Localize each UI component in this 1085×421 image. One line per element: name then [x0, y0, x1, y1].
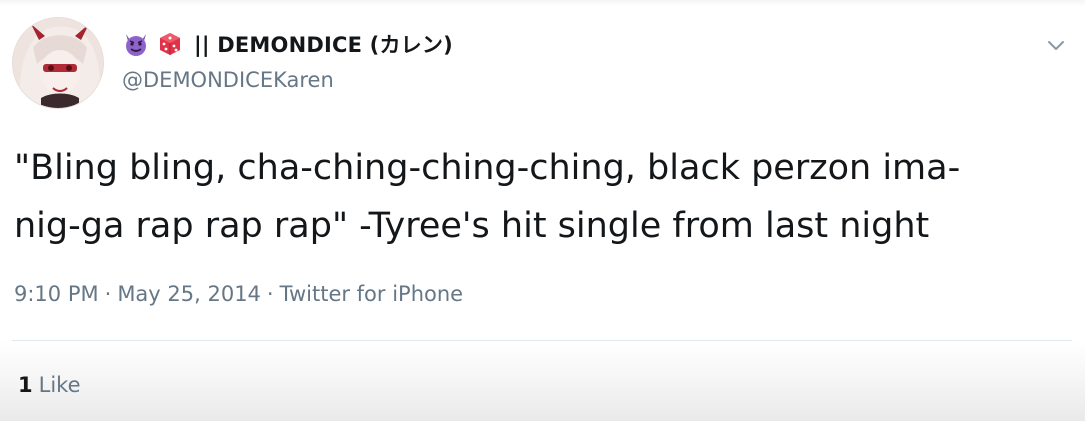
like-count-link[interactable]: 1 Like — [18, 373, 81, 397]
tweet-text: "Bling bling, cha-ching-ching-ching, bla… — [14, 139, 1074, 255]
meta-separator: · — [266, 282, 274, 306]
display-name[interactable]: || DEMONDICE (カレン) — [194, 29, 453, 59]
avatar-image — [13, 18, 103, 108]
bottom-band — [0, 341, 1085, 421]
tweet-text-line-2: nig-ga rap rap rap" -Tyree's hit single … — [14, 206, 930, 246]
top-strip — [0, 0, 1085, 6]
avatar[interactable] — [12, 17, 104, 109]
tweet-text-line-1: "Bling bling, cha-ching-ching-ching, bla… — [14, 148, 961, 188]
tweet-date[interactable]: May 25, 2014 — [117, 282, 261, 306]
meta-separator: · — [104, 282, 112, 306]
tweet-time[interactable]: 9:10 PM — [14, 282, 99, 306]
smiling-imp-icon — [122, 30, 150, 58]
like-label: Like — [38, 373, 81, 397]
name-row[interactable]: || DEMONDICE (カレン) — [122, 26, 453, 62]
tweet-card: || DEMONDICE (カレン) @DEMONDICEKaren "Blin… — [0, 0, 1085, 421]
game-die-icon — [156, 30, 184, 58]
user-handle[interactable]: @DEMONDICEKaren — [122, 68, 334, 92]
divider — [12, 340, 1072, 341]
like-count: 1 — [18, 373, 33, 397]
chevron-down-icon[interactable] — [1044, 33, 1068, 57]
tweet-source[interactable]: Twitter for iPhone — [280, 282, 464, 306]
tweet-meta: 9:10 PM · May 25, 2014 · Twitter for iPh… — [14, 282, 463, 306]
